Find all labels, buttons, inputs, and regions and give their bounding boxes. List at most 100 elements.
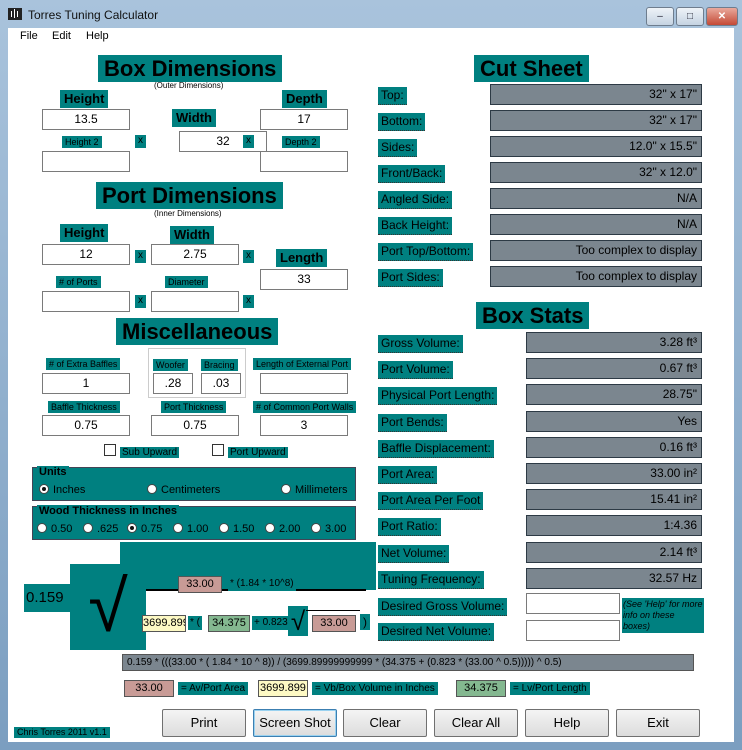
box-height-input[interactable]: 13.5 (42, 109, 130, 130)
box-depth2-input[interactable] (260, 151, 348, 172)
port-upward-label: Port Upward (228, 447, 288, 458)
radio-label: Millimeters (295, 484, 348, 496)
formula-constant: * (1.84 * 10^8) (228, 577, 296, 591)
title-bar[interactable]: Torres Tuning Calculator – □ ✕ (0, 0, 742, 28)
common-walls-input[interactable]: 3 (260, 415, 348, 436)
legend-lv-text: = Lv/Port Length (510, 682, 590, 695)
radio-icon (311, 523, 321, 533)
cut-sheet-title: Cut Sheet (474, 55, 589, 82)
diameter-input[interactable] (151, 291, 239, 312)
units-option-centimeters[interactable]: Centimeters (147, 484, 220, 496)
port-length-input[interactable]: 33 (260, 269, 348, 290)
wood-option[interactable]: 0.75 (127, 523, 162, 535)
port-height-label: Height (60, 224, 109, 242)
box-stats-title: Box Stats (476, 302, 590, 329)
clear-button[interactable]: Clear (343, 709, 427, 737)
num-ports-input[interactable] (42, 291, 130, 312)
box-stat-label: Baffle Displacement: (378, 440, 494, 458)
port-length-label: Length (276, 249, 328, 267)
box-stat-label: Port Bends: (378, 414, 447, 432)
wood-option[interactable]: 3.00 (311, 523, 346, 535)
box-stat-value: 15.41 in² (526, 489, 702, 510)
close-button[interactable]: ✕ (706, 7, 738, 26)
port-height-input[interactable]: 12 (42, 244, 130, 265)
box-stat-value: 28.75" (526, 384, 702, 405)
wood-option[interactable]: 1.00 (173, 523, 208, 535)
box-depth-label: Depth (282, 90, 327, 108)
port-thickness-label: Port Thickness (161, 401, 227, 413)
port-thickness-input[interactable]: 0.75 (151, 415, 239, 436)
radio-label: 1.50 (233, 523, 255, 535)
units-option-inches[interactable]: Inches (39, 484, 85, 496)
box-height-label: Height (60, 90, 109, 108)
radio-selected-icon (39, 484, 49, 494)
cut-sheet-value: 32" x 12.0" (490, 162, 702, 183)
box-depth-input[interactable]: 17 (260, 109, 348, 130)
legend-vb-value: 3699.899 (258, 680, 308, 697)
wood-option[interactable]: .625 (83, 523, 118, 535)
cut-sheet-value: Too complex to display (490, 266, 702, 287)
menu-edit[interactable]: Edit (52, 30, 71, 42)
bracing-input[interactable]: .03 (201, 373, 241, 394)
formula-av-sqrt-value: 33.00 (312, 615, 356, 632)
cut-sheet-value: N/A (490, 188, 702, 209)
desired-net-input[interactable] (526, 620, 620, 641)
checkbox-icon (104, 444, 116, 456)
box-stat-value: 2.14 ft³ (526, 542, 702, 563)
box-stat-value: 0.67 ft³ (526, 358, 702, 379)
exit-button[interactable]: Exit (616, 709, 700, 737)
clear-all-button[interactable]: Clear All (434, 709, 518, 737)
box-height2-input[interactable] (42, 151, 130, 172)
small-sqrt-icon: √ (288, 606, 308, 636)
minimize-icon: – (657, 11, 663, 22)
sqrt-icon: √ (70, 564, 146, 650)
units-title: Units (37, 466, 69, 478)
wood-option[interactable]: 2.00 (265, 523, 300, 535)
formula-full-text: 0.159 * (((33.00 * ( 1.84 * 10 ^ 8)) / (… (122, 654, 694, 671)
close-icon: ✕ (717, 11, 727, 22)
woofer-input[interactable]: .28 (153, 373, 193, 394)
client-area: File Edit Help Box Dimensions (Outer Dim… (8, 28, 734, 742)
sub-upward-checkbox[interactable]: Sub Upward (104, 444, 180, 458)
diameter-label: Diameter (165, 276, 208, 288)
radio-label: 1.00 (187, 523, 209, 535)
extra-baffles-input[interactable]: 1 (42, 373, 130, 394)
num-ports-label: # of Ports (56, 276, 101, 288)
box-stat-label: Port Ratio: (378, 518, 441, 536)
cut-sheet-label: Angled Side: (378, 191, 453, 209)
cut-sheet-label: Front/Back: (378, 165, 446, 183)
wood-option[interactable]: 0.50 (37, 523, 72, 535)
common-walls-label: # of Common Port Walls (253, 401, 357, 413)
port-upward-checkbox[interactable]: Port Upward (212, 444, 288, 458)
print-button[interactable]: Print (162, 709, 246, 737)
small-sqrt-bar (306, 610, 360, 611)
maximize-button[interactable]: □ (676, 7, 704, 26)
window-title: Torres Tuning Calculator (28, 8, 159, 22)
radio-icon (37, 523, 47, 533)
screenshot-button[interactable]: Screen Shot (253, 709, 337, 737)
units-option-millimeters[interactable]: Millimeters (281, 484, 348, 496)
legend-vb-text: = Vb/Box Volume in Inches (312, 682, 438, 695)
help-button[interactable]: Help (525, 709, 609, 737)
woofer-label: Woofer (153, 359, 188, 371)
formula-vb-value: 3699.899 (142, 615, 186, 632)
radio-label: .625 (97, 523, 119, 535)
maximize-icon: □ (686, 11, 694, 22)
port-x-separator: x (243, 250, 254, 263)
box-x-separator: x (243, 135, 254, 148)
help-note: (See 'Help' for more info on these boxes… (622, 598, 704, 633)
minimize-button[interactable]: – (646, 7, 674, 26)
desired-gross-input[interactable] (526, 593, 620, 614)
radio-icon (265, 523, 275, 533)
menu-help[interactable]: Help (86, 30, 109, 42)
cut-sheet-label: Bottom: (378, 113, 426, 131)
external-port-input[interactable] (260, 373, 348, 394)
radio-label: 0.50 (51, 523, 73, 535)
menu-file[interactable]: File (20, 30, 38, 42)
port-width-input[interactable]: 2.75 (151, 244, 239, 265)
units-group: Units Inches Centimeters Millimeters (32, 466, 356, 501)
box-stat-value: 0.16 ft³ (526, 437, 702, 458)
baffle-thickness-input[interactable]: 0.75 (42, 415, 130, 436)
legend-av-value: 33.00 (124, 680, 174, 697)
wood-option[interactable]: 1.50 (219, 523, 254, 535)
